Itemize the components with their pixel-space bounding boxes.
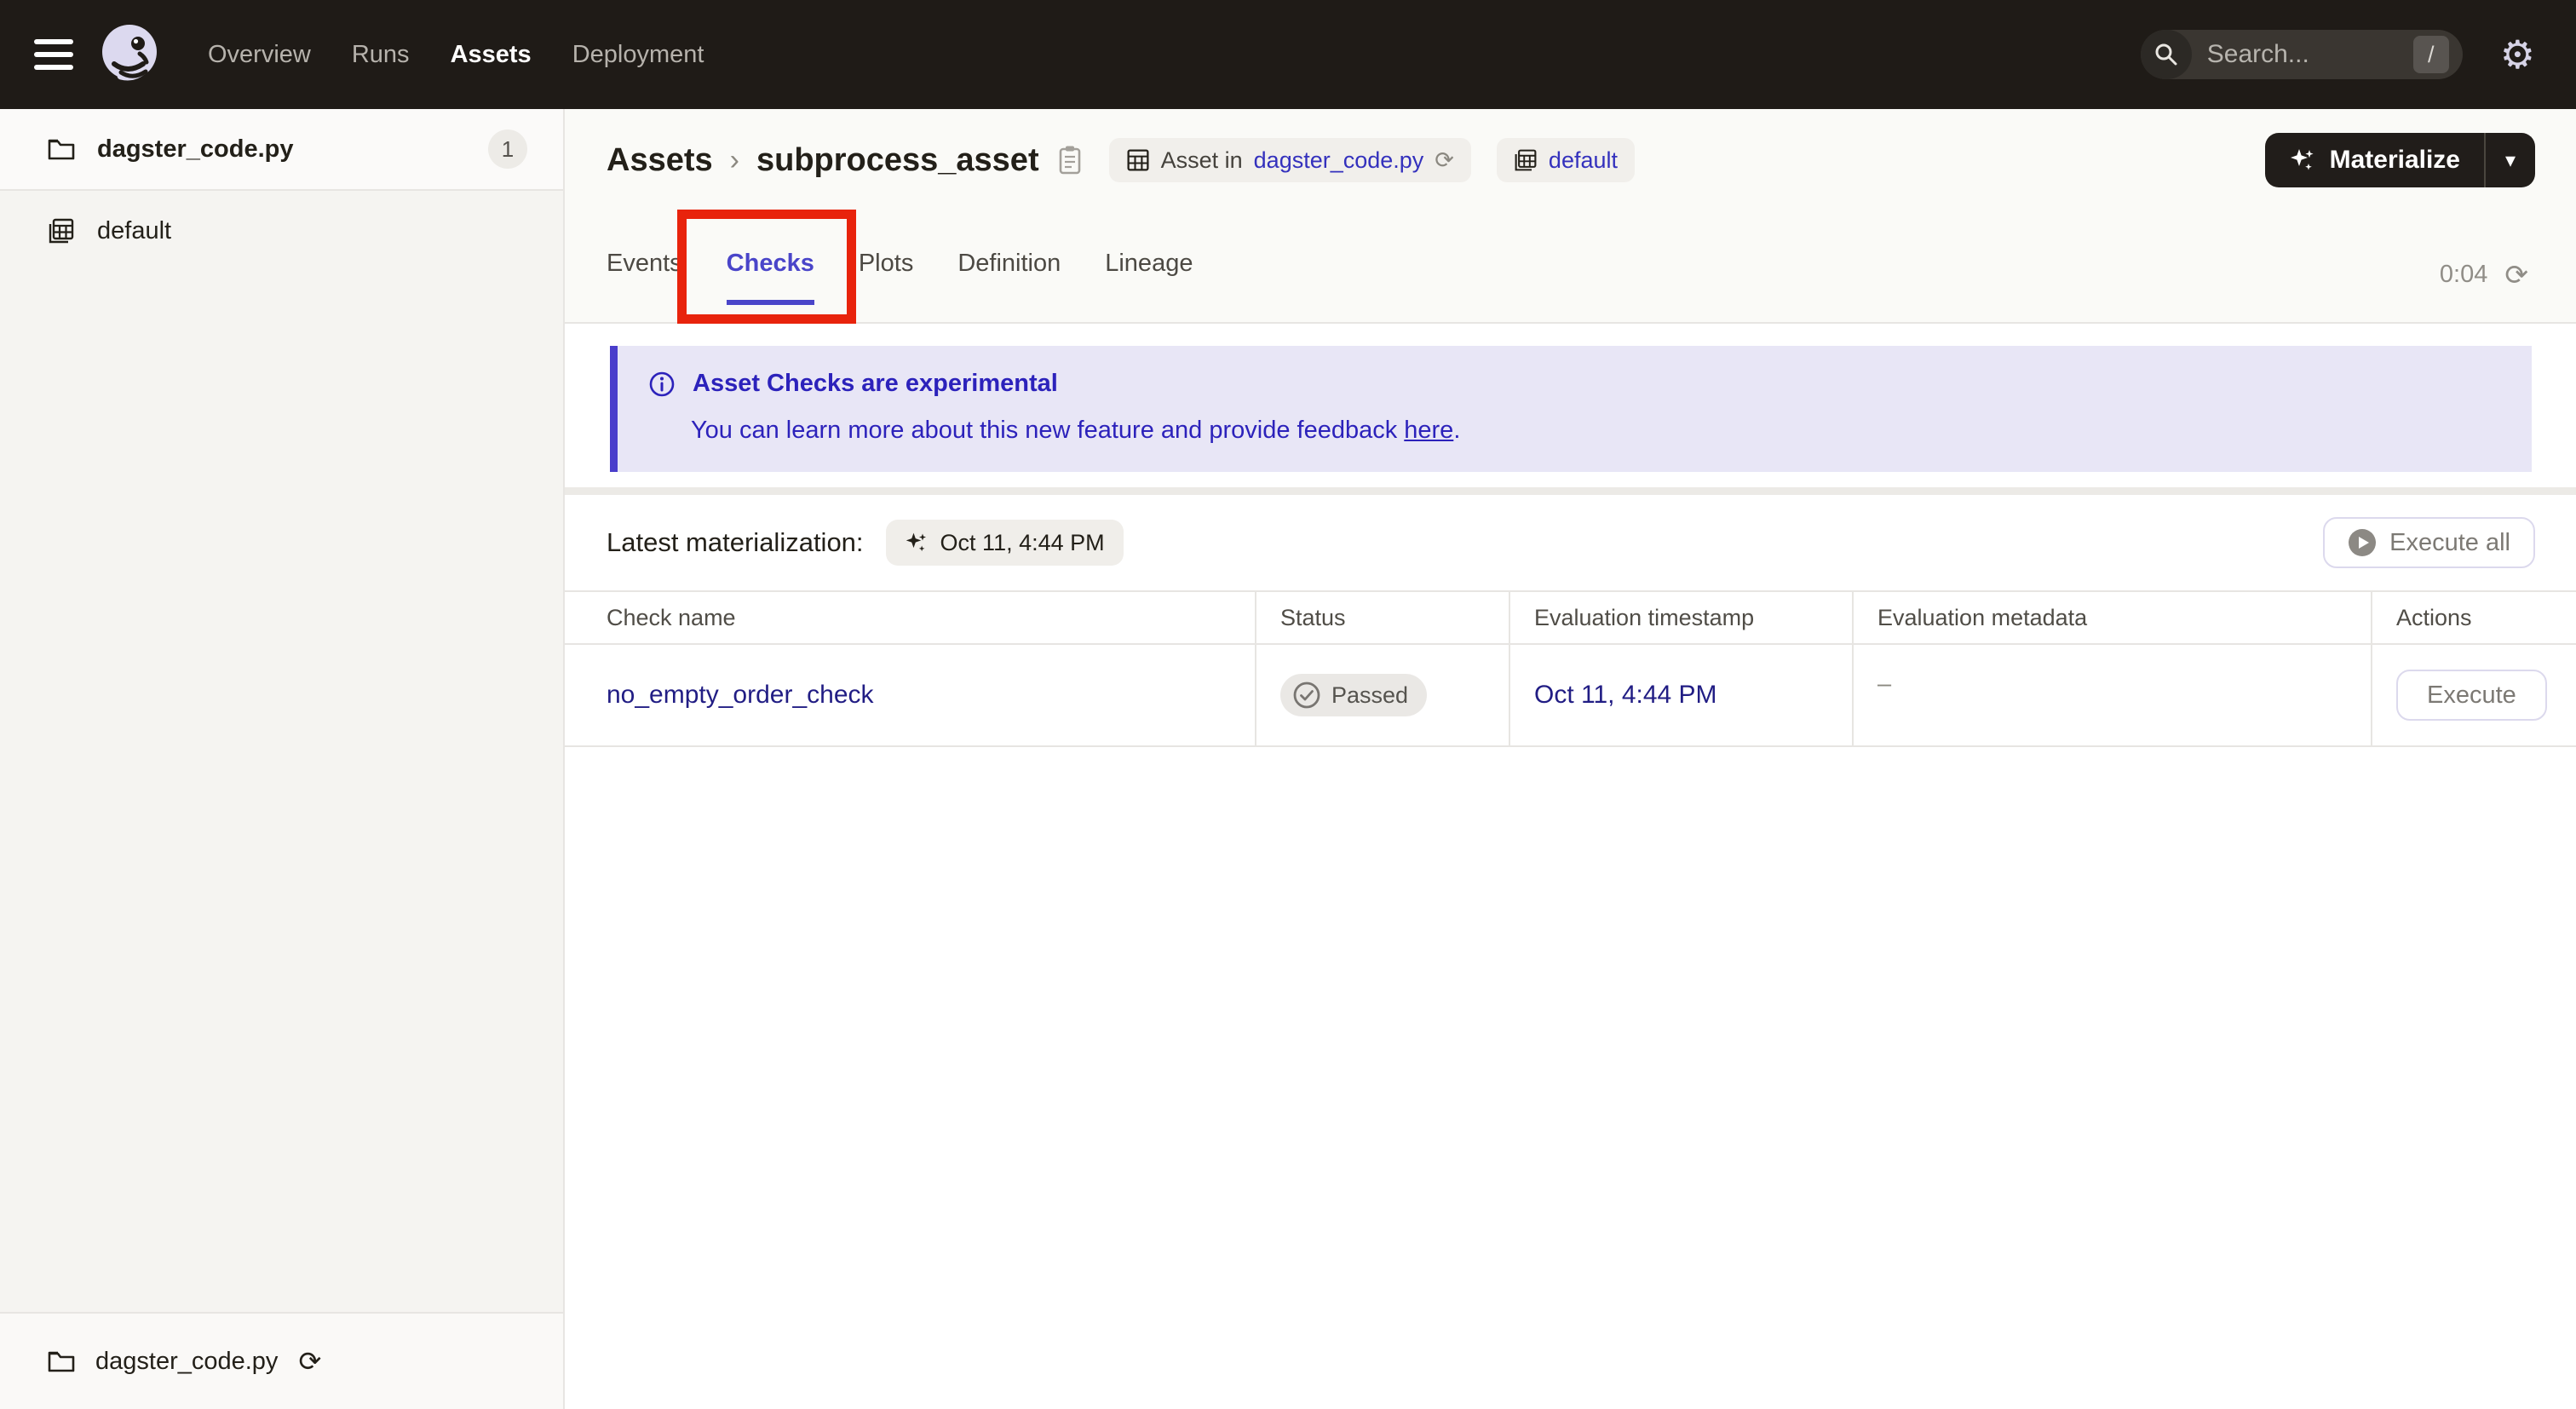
search-input[interactable]: Search... / xyxy=(2140,30,2463,79)
timer-value: 0:04 xyxy=(2439,261,2488,288)
col-evaluation-timestamp: Evaluation timestamp xyxy=(1509,592,1852,643)
section-divider xyxy=(565,487,2576,495)
checks-table: Check name Status Evaluation timestamp E… xyxy=(565,590,2576,747)
status-label: Passed xyxy=(1331,681,1409,708)
materialize-label: Materialize xyxy=(2329,146,2460,174)
gear-icon[interactable]: ⚙ xyxy=(2500,35,2535,74)
refresh-timer: 0:04 ⟳ xyxy=(2440,258,2528,291)
tag-prefix: Asset in xyxy=(1160,147,1243,173)
nav-item-deployment[interactable]: Deployment xyxy=(572,41,704,69)
latest-materialization-label: Latest materialization: xyxy=(607,527,864,557)
main-nav: Overview Runs Assets Deployment xyxy=(208,41,704,69)
info-icon xyxy=(649,371,675,396)
breadcrumb-separator: › xyxy=(729,143,739,176)
tag-code-location-link[interactable]: dagster_code.py xyxy=(1254,147,1424,174)
search-shortcut-badge: / xyxy=(2412,36,2449,73)
tab-definition[interactable]: Definition xyxy=(957,250,1061,305)
sidebar-footer-label: dagster_code.py xyxy=(95,1347,279,1375)
asset-group-icon xyxy=(49,218,74,244)
sidebar-item-dagster-code[interactable]: dagster_code.py 1 xyxy=(0,109,563,191)
checks-toolbar: Latest materialization: Oct 11, 4:44 PM … xyxy=(565,495,2576,590)
banner-body: You can learn more about this new featur… xyxy=(691,417,2501,445)
experimental-banner: Asset Checks are experimental You can le… xyxy=(610,346,2532,472)
asset-group-icon xyxy=(1515,149,1537,171)
asset-tabs: Events Checks Plots Definition Lineage xyxy=(607,250,1193,322)
sidebar-footer: dagster_code.py ⟳ xyxy=(0,1312,563,1409)
play-circle-icon xyxy=(2349,529,2377,556)
evaluation-metadata-value: – xyxy=(1877,670,1892,698)
latest-materialization-value: Oct 11, 4:44 PM xyxy=(940,529,1105,555)
refresh-icon[interactable]: ⟳ xyxy=(298,1345,321,1377)
dagster-logo[interactable] xyxy=(95,20,165,89)
copy-icon[interactable] xyxy=(1056,144,1084,176)
latest-materialization-pill[interactable]: Oct 11, 4:44 PM xyxy=(885,520,1124,566)
tag-group-link[interactable]: default xyxy=(1549,147,1618,174)
search-placeholder: Search... xyxy=(2206,40,2309,68)
tab-events[interactable]: Events xyxy=(607,250,682,305)
col-check-name: Check name xyxy=(607,604,736,630)
nav-item-overview[interactable]: Overview xyxy=(208,41,311,69)
table-row: no_empty_order_check Passed Oct 11, 4:44… xyxy=(565,645,2576,747)
breadcrumb: Assets › subprocess_asset Asset in dagst… xyxy=(607,138,1635,182)
tab-lineage[interactable]: Lineage xyxy=(1105,250,1193,305)
banner-feedback-link[interactable]: here xyxy=(1404,417,1453,444)
materialize-button[interactable]: Materialize xyxy=(2265,133,2484,187)
status-badge: Passed xyxy=(1280,674,1428,716)
sparkles-icon xyxy=(2290,149,2314,170)
refresh-icon[interactable]: ⟳ xyxy=(2504,258,2528,291)
col-actions: Actions xyxy=(2371,592,2576,643)
tab-plots[interactable]: Plots xyxy=(859,250,913,305)
folder-icon xyxy=(48,1351,75,1372)
search-icon xyxy=(2140,30,2192,79)
sidebar-item-label: dagster_code.py xyxy=(97,135,294,163)
materialize-split-button: Materialize ▾ xyxy=(2264,133,2535,187)
execute-all-label: Execute all xyxy=(2389,528,2510,556)
check-circle-icon xyxy=(1293,681,1320,709)
execute-button[interactable]: Execute xyxy=(2396,670,2547,721)
asset-location-tag: Asset in dagster_code.py ⟳ xyxy=(1108,138,1471,182)
tab-checks[interactable]: Checks xyxy=(726,250,814,305)
page-title: subprocess_asset xyxy=(756,141,1039,178)
materialize-dropdown-button[interactable]: ▾ xyxy=(2486,133,2535,187)
banner-title: Asset Checks are experimental xyxy=(693,370,1058,397)
asset-group-tag: default xyxy=(1496,138,1635,182)
sparkles-icon xyxy=(906,532,926,552)
col-evaluation-metadata: Evaluation metadata xyxy=(1852,592,2371,643)
sidebar-item-default[interactable]: default xyxy=(0,191,563,271)
main-content: Assets › subprocess_asset Asset in dagst… xyxy=(565,109,2576,1409)
sidebar: dagster_code.py 1 default dagster_code.p… xyxy=(0,109,565,1409)
menu-icon[interactable] xyxy=(34,39,73,70)
nav-item-assets[interactable]: Assets xyxy=(451,41,532,69)
banner-body-text: You can learn more about this new featur… xyxy=(691,417,1405,444)
evaluation-timestamp-link[interactable]: Oct 11, 4:44 PM xyxy=(1534,681,1717,710)
table-header: Check name Status Evaluation timestamp E… xyxy=(565,590,2576,645)
asset-table-icon xyxy=(1127,149,1149,171)
check-name-link[interactable]: no_empty_order_check xyxy=(607,681,874,710)
execute-label: Execute xyxy=(2427,681,2516,709)
top-nav: Overview Runs Assets Deployment Search..… xyxy=(0,0,2576,109)
sidebar-item-label: default xyxy=(97,216,172,244)
breadcrumb-assets-link[interactable]: Assets xyxy=(607,142,713,179)
folder-icon xyxy=(48,139,75,160)
banner-body-period: . xyxy=(1453,417,1461,444)
col-status: Status xyxy=(1255,592,1509,643)
chevron-down-icon: ▾ xyxy=(2504,148,2516,172)
execute-all-button[interactable]: Execute all xyxy=(2323,517,2535,568)
refresh-icon[interactable]: ⟳ xyxy=(1435,147,1454,174)
asset-header: Assets › subprocess_asset Asset in dagst… xyxy=(565,109,2576,324)
sidebar-item-count-badge: 1 xyxy=(488,129,527,169)
nav-item-runs[interactable]: Runs xyxy=(352,41,410,69)
